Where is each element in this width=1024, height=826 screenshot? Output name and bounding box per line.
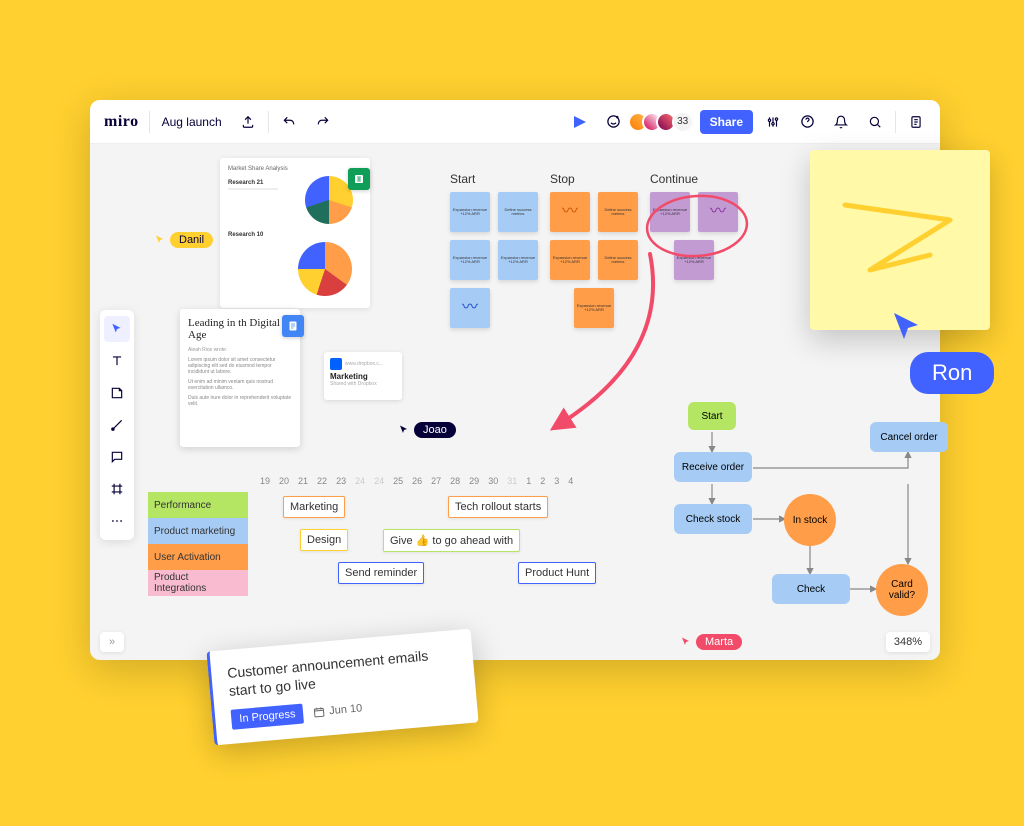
pie-chart (305, 176, 353, 224)
timeline: 19202122232424252627282930311234 Perform… (148, 476, 248, 596)
user-cursor-danil: Danil (154, 232, 213, 248)
card-subtitle: Shared with Dropbox (330, 381, 396, 387)
timeline-task[interactable]: Give 👍 to go ahead with (383, 529, 520, 552)
flow-node[interactable]: Check (772, 574, 850, 604)
flow-node[interactable]: Check stock (674, 504, 752, 534)
timeline-category[interactable]: Product marketing (148, 518, 248, 544)
calendar-icon (313, 706, 326, 719)
status-badge[interactable]: In Progress (231, 704, 305, 730)
due-date[interactable]: Jun 10 (313, 703, 363, 719)
timeline-task[interactable]: Design (300, 529, 348, 551)
flow-node[interactable]: Receive order (674, 452, 752, 482)
column-label: Start (450, 172, 538, 186)
card-title: Marketing (330, 372, 396, 381)
sticky-note[interactable]: Define success metrics (498, 192, 538, 232)
sticky-note-scribble[interactable]: 〰 (450, 288, 490, 328)
sticky-note[interactable]: Expansion revenue +12% ARR (450, 240, 490, 280)
presentation-icon[interactable] (566, 108, 594, 136)
divider (268, 111, 269, 133)
timeline-task[interactable]: Product Hunt (518, 562, 596, 584)
cursor-label-ron: Ron (910, 352, 994, 394)
dropbox-card[interactable]: www.dropbox.c... Marketing Shared with D… (324, 352, 402, 400)
user-cursor-joao: Joao (398, 422, 456, 438)
divider (895, 111, 896, 133)
share-button[interactable]: Share (700, 110, 753, 134)
flow-node-start[interactable]: Start (688, 402, 736, 430)
topbar: miro Aug launch 33 Share (90, 100, 940, 144)
reactions-icon[interactable] (600, 108, 628, 136)
column-label: Continue (650, 172, 738, 186)
doc-title: Leading in th Digital Age (188, 317, 292, 341)
sticky-scribble (810, 150, 990, 330)
timeline-task[interactable]: Marketing (283, 496, 345, 518)
timeline-task[interactable]: Tech rollout starts (448, 496, 548, 518)
flow-node-decision[interactable]: In stock (784, 494, 836, 546)
flow-node[interactable]: Cancel order (870, 422, 948, 452)
column-label: Stop (550, 172, 638, 186)
timeline-category[interactable]: Performance (148, 492, 248, 518)
app-logo[interactable]: miro (100, 113, 143, 131)
large-sticky-note[interactable] (810, 150, 990, 330)
notes-icon[interactable] (902, 108, 930, 136)
undo-icon[interactable] (275, 108, 303, 136)
sticky-column-start: Start Expansion revenue +12% ARR Define … (450, 172, 538, 336)
redo-icon[interactable] (309, 108, 337, 136)
doc-section: Research 10 (228, 232, 263, 238)
cursor-label: Danil (170, 232, 213, 248)
doc-section: Research 21 (228, 180, 263, 186)
date-ruler: 19202122232424252627282930311234 (260, 476, 573, 486)
doc-author: Aleah Rios wrote: (188, 347, 292, 353)
notifications-icon[interactable] (827, 108, 855, 136)
zoom-level[interactable]: 348% (886, 632, 930, 652)
flow-node-decision[interactable]: Card valid? (876, 564, 928, 616)
divider (149, 111, 150, 133)
doc-heading: Market Share Analysis (228, 166, 288, 172)
sticky-note[interactable]: Expansion revenue +12% ARR (450, 192, 490, 232)
card-title: Customer announcement emails start to go… (227, 644, 459, 700)
document-card[interactable]: Leading in th Digital Age Aleah Rios wro… (180, 309, 300, 447)
settings-icon[interactable] (759, 108, 787, 136)
docs-icon (282, 315, 304, 337)
pie-chart-card[interactable]: Market Share Analysis Research 21 Resear… (220, 158, 370, 308)
dropbox-icon (330, 358, 342, 370)
sticky-note[interactable]: Define success metrics (598, 192, 638, 232)
cursor-label: Joao (414, 422, 456, 438)
timeline-category[interactable]: Product Integrations (148, 570, 248, 596)
avatar-more-count[interactable]: 33 (672, 111, 694, 133)
collapse-panel-icon[interactable]: » (100, 632, 124, 652)
board-name[interactable]: Aug launch (156, 115, 228, 129)
timeline-category[interactable]: User Activation (148, 544, 248, 570)
presence-avatars[interactable]: 33 (634, 111, 694, 133)
search-icon[interactable] (861, 108, 889, 136)
sheets-icon (348, 168, 370, 190)
export-icon[interactable] (234, 108, 262, 136)
sticky-note-scribble[interactable]: 〰 (550, 192, 590, 232)
pie-chart (298, 242, 352, 296)
help-icon[interactable] (793, 108, 821, 136)
timeline-task[interactable]: Send reminder (338, 562, 424, 584)
user-cursor-ron (890, 310, 930, 350)
